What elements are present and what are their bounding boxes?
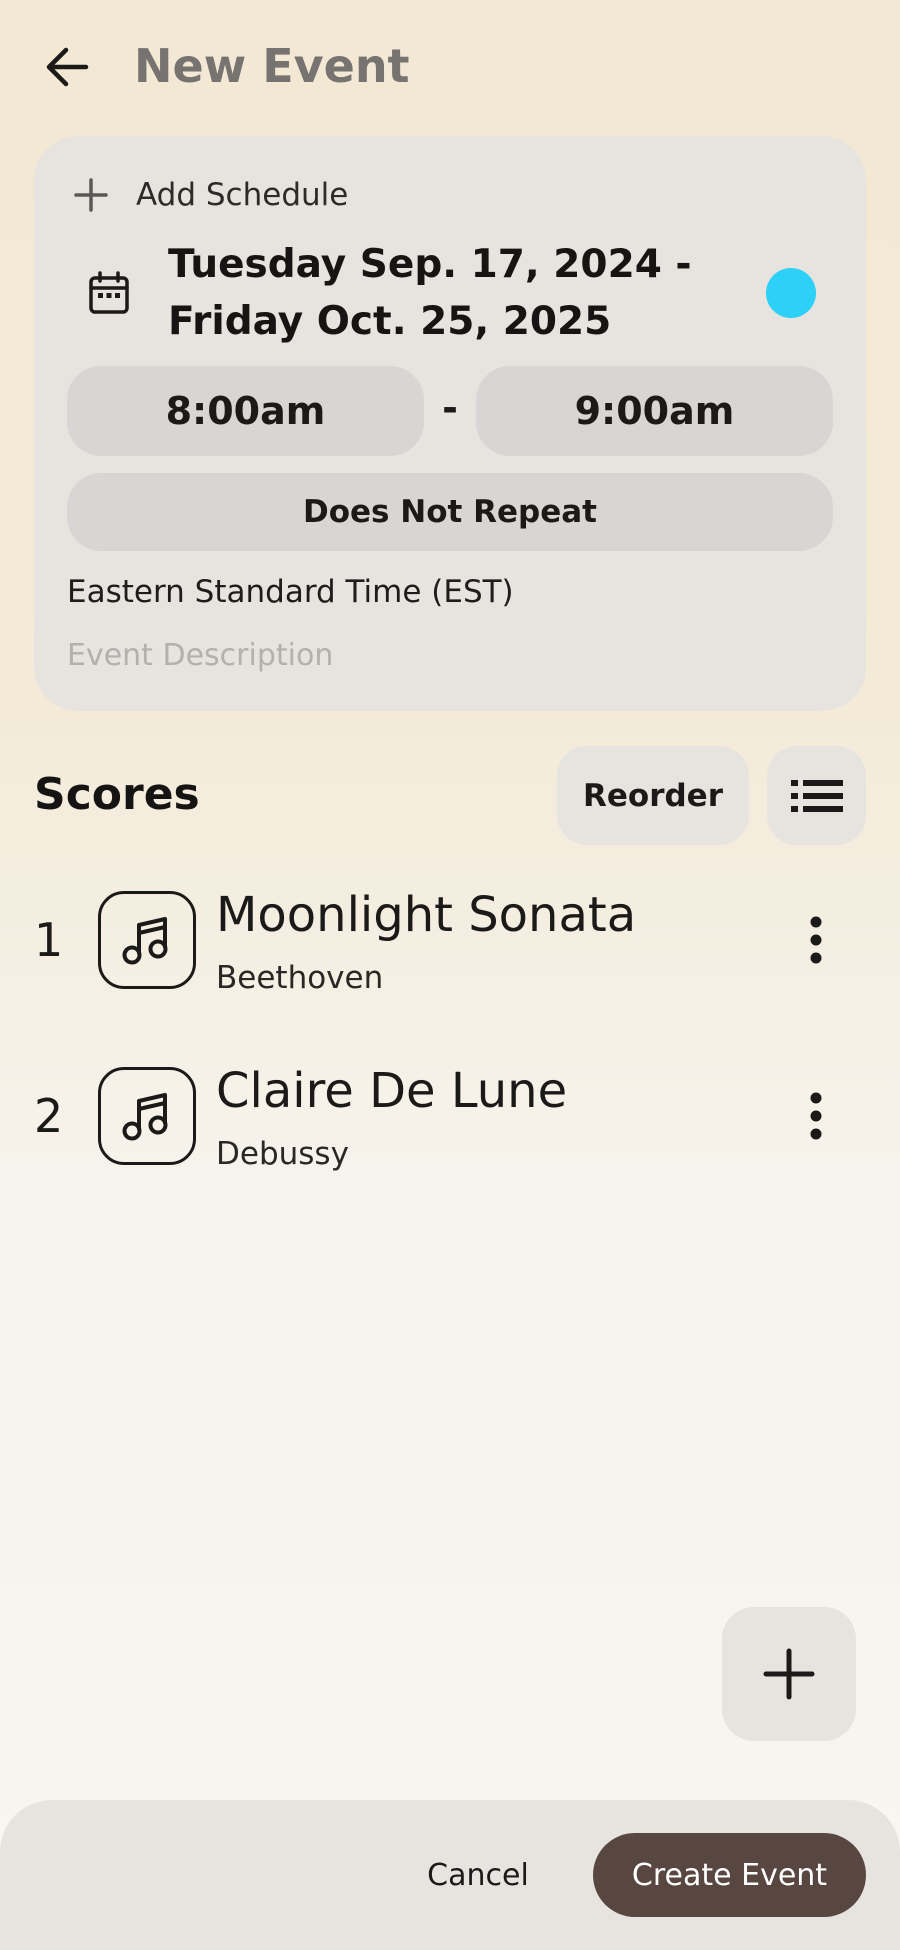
scores-heading: Scores	[34, 769, 200, 820]
music-note-icon	[98, 891, 196, 989]
score-composer: Beethoven	[216, 960, 384, 996]
reorder-button[interactable]: Reorder	[557, 746, 749, 845]
score-menu-button[interactable]	[786, 1076, 846, 1156]
date-range[interactable]: Tuesday Sep. 17, 2024 - Friday Oct. 25, …	[168, 236, 728, 350]
create-event-button[interactable]: Create Event	[593, 1833, 866, 1917]
event-color-picker[interactable]	[766, 268, 816, 318]
add-schedule-button[interactable]: Add Schedule	[70, 170, 348, 220]
score-menu-button[interactable]	[786, 900, 846, 980]
plus-icon	[74, 178, 108, 212]
score-number: 1	[34, 913, 64, 967]
list-icon	[790, 779, 843, 812]
score-title: Moonlight Sonata	[216, 887, 637, 943]
score-list-item[interactable]: 1 Moonlight Sonata Beethoven	[0, 880, 900, 1000]
score-number: 2	[34, 1089, 64, 1143]
start-date: Tuesday Sep. 17, 2024 -	[168, 242, 692, 287]
music-note-icon	[98, 1067, 196, 1165]
calendar-icon	[89, 271, 129, 314]
start-time-button[interactable]: 8:00am	[67, 366, 424, 456]
add-schedule-label: Add Schedule	[136, 177, 349, 213]
plus-icon	[763, 1648, 815, 1700]
cancel-button[interactable]: Cancel	[408, 1833, 548, 1917]
score-title: Claire De Lune	[216, 1063, 568, 1119]
back-button[interactable]	[30, 30, 104, 104]
end-date: Friday Oct. 25, 2025	[168, 299, 612, 344]
score-composer: Debussy	[216, 1136, 349, 1172]
event-description-input[interactable]	[67, 632, 827, 678]
score-list-item[interactable]: 2 Claire De Lune Debussy	[0, 1056, 900, 1176]
timezone-selector[interactable]: Eastern Standard Time (EST)	[67, 570, 514, 614]
end-time-button[interactable]: 9:00am	[476, 366, 833, 456]
page-title: New Event	[134, 39, 410, 93]
arrow-left-icon	[46, 47, 89, 87]
list-view-button[interactable]	[767, 746, 866, 845]
time-separator: -	[442, 386, 458, 430]
more-vertical-icon	[810, 1092, 822, 1140]
more-vertical-icon	[810, 916, 822, 964]
add-score-button[interactable]	[722, 1607, 856, 1741]
repeat-button[interactable]: Does Not Repeat	[67, 473, 833, 551]
